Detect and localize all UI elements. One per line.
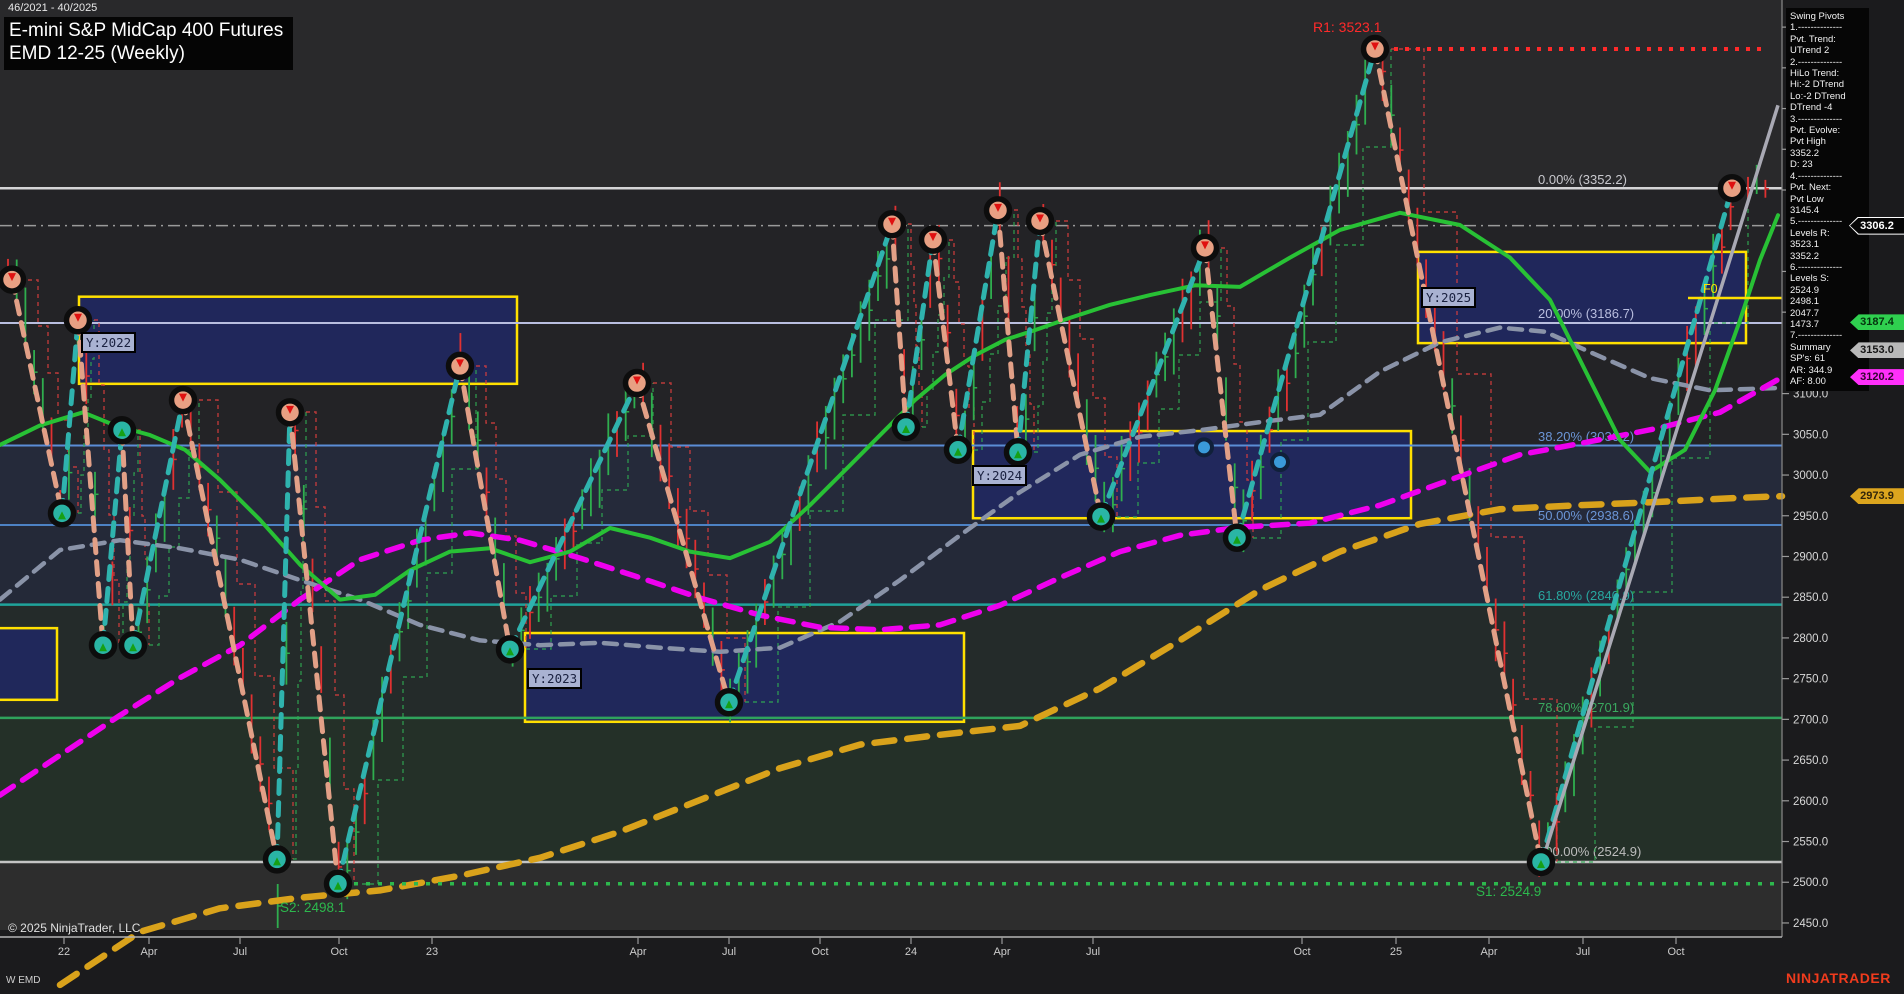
chart-title-line2: EMD 12-25 (Weekly) <box>9 42 283 65</box>
time-axis-label: Jul <box>1576 946 1590 958</box>
svg-text:2650.0: 2650.0 <box>1793 755 1828 767</box>
swing-pivots-line: Pvt Low <box>1790 194 1867 205</box>
svg-text:S1: 2524.9: S1: 2524.9 <box>1476 884 1541 899</box>
swing-pivots-line: 2498.1 <box>1790 296 1867 307</box>
svg-text:2550.0: 2550.0 <box>1793 837 1828 849</box>
swing-pivots-line: 3352.2 <box>1790 251 1867 262</box>
swing-pivots-line: 3.-------------- <box>1790 114 1867 125</box>
time-axis-label: Jul <box>233 946 247 958</box>
swing-pivots-line: Hi:-2 DTrend <box>1790 79 1867 90</box>
time-axis-label: Apr <box>993 946 1010 958</box>
time-axis-label: Jul <box>1086 946 1100 958</box>
swing-pivots-line: D: 23 <box>1790 159 1867 170</box>
swing-pivots-line: 2.-------------- <box>1790 57 1867 68</box>
time-axis-label: 22 <box>58 946 70 958</box>
svg-text:2500.0: 2500.0 <box>1793 877 1828 889</box>
svg-text:2950.0: 2950.0 <box>1793 511 1828 523</box>
svg-text:50.00% (2938.6): 50.00% (2938.6) <box>1538 508 1634 523</box>
svg-text:2900.0: 2900.0 <box>1793 551 1828 563</box>
svg-text:S2: 2498.1: S2: 2498.1 <box>280 900 345 915</box>
svg-text:R1: 3523.1: R1: 3523.1 <box>1313 19 1382 35</box>
price-badge-3120.2: 3120.2 <box>1850 369 1904 385</box>
swing-pivots-line: 3523.1 <box>1790 239 1867 250</box>
svg-text:2850.0: 2850.0 <box>1793 592 1828 604</box>
price-bands <box>0 0 1782 930</box>
series-label: W EMD <box>6 975 40 986</box>
year-label-Y-2025[interactable]: Y:2025 <box>1421 287 1476 308</box>
price-badge-3187.4: 3187.4 <box>1850 314 1904 330</box>
copyright-label: © 2025 NinjaTrader, LLC <box>8 921 140 935</box>
swing-pivots-panel[interactable]: Swing Pivots1.--------------Pvt. Trend:U… <box>1786 8 1869 391</box>
swing-pivots-line: Pvt High <box>1790 136 1867 147</box>
swing-pivots-line: Levels S: <box>1790 273 1867 284</box>
swing-pivots-line: DTrend -4 <box>1790 102 1867 113</box>
time-axis-label: Oct <box>1667 946 1684 958</box>
time-axis-label: Jul <box>722 946 736 958</box>
swing-pivots-line: 2524.9 <box>1790 285 1867 296</box>
chart-canvas[interactable]: 0.00% (3352.2)20.00% (3186.7)38.20% (303… <box>0 0 1904 994</box>
swing-pivots-line: Pvt. Trend: <box>1790 34 1867 45</box>
time-axis-label: 25 <box>1390 946 1402 958</box>
time-axis-label: Apr <box>629 946 646 958</box>
swing-pivots-line: 3145.4 <box>1790 205 1867 216</box>
svg-text:2750.0: 2750.0 <box>1793 674 1828 686</box>
price-badge-3306.2: 3306.2 <box>1850 218 1904 234</box>
swing-pivots-line: 1.-------------- <box>1790 22 1867 33</box>
time-axis-label: 24 <box>905 946 917 958</box>
time-axis-label: Apr <box>140 946 157 958</box>
swing-pivots-line: Pvt. Evolve: <box>1790 125 1867 136</box>
svg-text:3050.0: 3050.0 <box>1793 429 1828 441</box>
price-badge-2973.9: 2973.9 <box>1850 488 1904 504</box>
svg-text:2600.0: 2600.0 <box>1793 796 1828 808</box>
swing-pivots-line: Lo:-2 DTrend <box>1790 91 1867 102</box>
time-axis[interactable] <box>64 937 1676 944</box>
time-axis-label: 23 <box>426 946 438 958</box>
year-label-Y-2022[interactable]: Y:2022 <box>81 332 136 353</box>
svg-text:3000.0: 3000.0 <box>1793 470 1828 482</box>
time-axis-label: Oct <box>330 946 347 958</box>
svg-text:F0: F0 <box>1703 282 1718 296</box>
swing-pivots-line: HiLo Trend: <box>1790 68 1867 79</box>
year-label-Y-2023[interactable]: Y:2023 <box>527 668 582 689</box>
swing-pivots-line: Pvt. Next: <box>1790 182 1867 193</box>
swing-pivots-line: 6.-------------- <box>1790 262 1867 273</box>
price-badge-3153.0: 3153.0 <box>1850 342 1904 358</box>
ninjatrader-chart-window: 0.00% (3352.2)20.00% (3186.7)38.20% (303… <box>0 0 1904 994</box>
time-axis-label: Oct <box>811 946 828 958</box>
swing-pivots-line: 2047.7 <box>1790 308 1867 319</box>
swing-pivots-line: UTrend 2 <box>1790 45 1867 56</box>
date-range-label: 46/2021 - 40/2025 <box>8 2 97 14</box>
year-label-Y-2024[interactable]: Y:2024 <box>972 465 1027 486</box>
swing-pivots-line: 7.-------------- <box>1790 330 1867 341</box>
time-axis-label: Apr <box>1480 946 1497 958</box>
svg-text:2450.0: 2450.0 <box>1793 918 1828 930</box>
swing-pivots-line: 3352.2 <box>1790 148 1867 159</box>
chart-title-box: E-mini S&P MidCap 400 Futures EMD 12-25 … <box>4 17 293 70</box>
svg-text:2800.0: 2800.0 <box>1793 633 1828 645</box>
svg-text:0.00% (3352.2): 0.00% (3352.2) <box>1538 172 1627 187</box>
ninjatrader-logo: NINJATRADER <box>1786 970 1891 986</box>
svg-text:2700.0: 2700.0 <box>1793 714 1828 726</box>
swing-pivots-line: 4.-------------- <box>1790 171 1867 182</box>
swing-pivots-line: Swing Pivots <box>1790 11 1867 22</box>
svg-text:61.80% (2840.9): 61.80% (2840.9) <box>1538 588 1634 603</box>
time-axis-label: Oct <box>1293 946 1310 958</box>
chart-title-line1: E-mini S&P MidCap 400 Futures <box>9 19 283 42</box>
